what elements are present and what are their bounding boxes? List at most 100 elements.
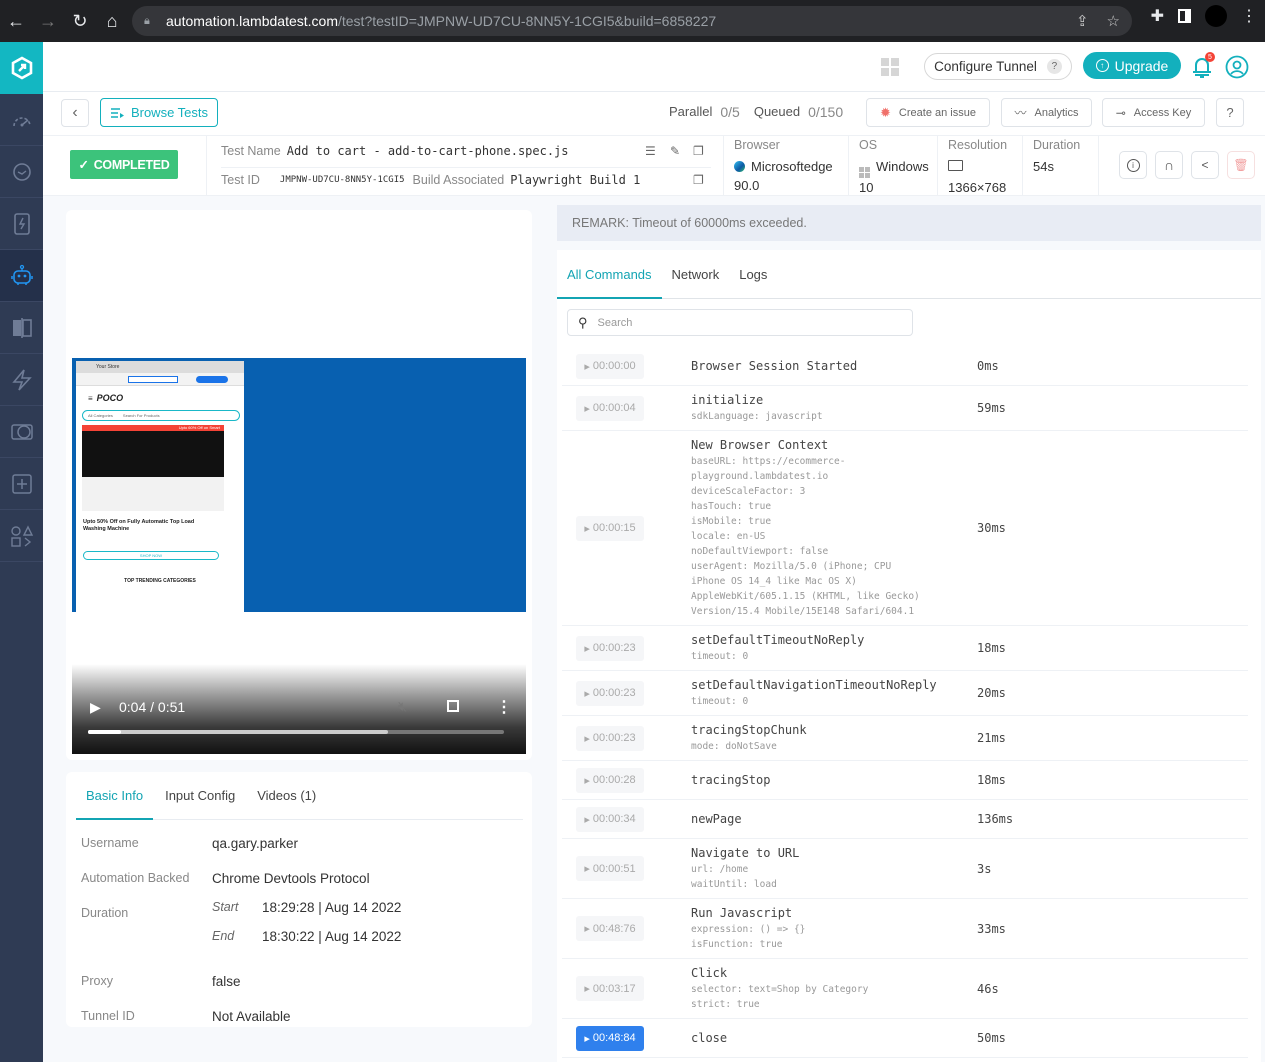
home-icon[interactable]: ⌂ xyxy=(96,5,128,37)
tunnel-id-label: Tunnel ID xyxy=(81,1009,135,1023)
command-timestamp-button[interactable]: ▸ 00:00:23 xyxy=(576,635,644,661)
command-row[interactable]: ▸ 00:00:28 tracingStop 18ms xyxy=(562,761,1248,800)
browse-tests-button[interactable]: Browse Tests xyxy=(100,98,218,127)
command-timestamp-button[interactable]: ▸ 00:00:04 xyxy=(576,395,644,421)
sidebar-item-add[interactable] xyxy=(0,458,43,510)
mobile-bolt-icon xyxy=(13,212,30,235)
video-frame: Your Store ≡ POCO All Categories Search … xyxy=(72,358,526,612)
command-arg: isMobile: true xyxy=(691,516,772,527)
lambdatest-logo[interactable] xyxy=(0,42,43,94)
share-icon[interactable]: ⇪ xyxy=(1076,12,1089,30)
list-icon[interactable]: ☰ xyxy=(645,144,656,158)
command-arg: waitUntil: load xyxy=(691,879,777,890)
command-search-input[interactable]: ⚲ Search xyxy=(567,309,913,336)
more-options-icon[interactable]: ⋮ xyxy=(496,697,512,717)
end-label: End xyxy=(212,929,235,943)
fullscreen-icon[interactable] xyxy=(447,700,459,712)
command-row[interactable]: ▸ 00:00:34 newPage 136ms xyxy=(562,800,1248,839)
forward-arrow-icon[interactable]: → xyxy=(32,5,64,37)
sidebar-item-integrations[interactable] xyxy=(0,510,43,562)
help-icon[interactable]: ? xyxy=(1046,59,1062,74)
sidebar-item-dashboard[interactable] xyxy=(0,94,43,146)
duration-label: Duration xyxy=(1033,138,1081,152)
tab-logs[interactable]: Logs xyxy=(729,250,777,299)
shapes-icon xyxy=(10,524,33,547)
back-arrow-icon[interactable]: ← xyxy=(0,5,32,37)
command-timestamp-button[interactable]: ▸ 00:48:76 xyxy=(576,916,644,941)
sidebar-item-realtime[interactable] xyxy=(0,146,43,198)
configure-tunnel-button[interactable]: Configure Tunnel ? xyxy=(924,53,1072,80)
magnet-button[interactable]: ∩ xyxy=(1155,151,1183,179)
command-timestamp-button[interactable]: ▸ 00:00:23 xyxy=(576,725,644,751)
trash-icon: 🗑︎ xyxy=(1233,158,1249,172)
copy-icon[interactable]: ❐ xyxy=(693,144,704,158)
reload-icon[interactable]: ↻ xyxy=(64,5,96,37)
muted-icon[interactable]: 🔇︎ xyxy=(398,698,407,715)
parallel-value: 0/5 xyxy=(720,104,740,120)
user-profile-button[interactable] xyxy=(1225,55,1249,84)
address-bar[interactable]: 🔒︎ automation.lambdatest.com/test?testID… xyxy=(132,6,1132,36)
command-arg: noDefaultViewport: false xyxy=(691,546,829,557)
command-timestamp-button[interactable]: ▸ 00:48:84 xyxy=(576,1025,644,1051)
command-row[interactable]: ▸ 00:48:76 Run Javascript expression: () =>… xyxy=(562,899,1248,959)
parallel-label: Parallel xyxy=(669,104,713,119)
share-button[interactable]: < xyxy=(1191,151,1219,179)
url-host: automation.lambdatest.com xyxy=(166,13,338,29)
video-seek-bar[interactable] xyxy=(88,730,504,734)
video-player[interactable]: Your Store ≡ POCO All Categories Search … xyxy=(72,358,526,754)
create-issue-button[interactable]: ✹ Create an issue xyxy=(866,98,990,127)
command-row[interactable]: ▸ 00:00:23 setDefaultTimeoutNoReply timeout… xyxy=(562,626,1248,671)
tab-network[interactable]: Network xyxy=(662,250,730,299)
command-row[interactable]: ▸ 00:03:17 Click selector: text=Shop by Cat… xyxy=(562,959,1248,1019)
sidebar-item-hyperexecute[interactable] xyxy=(0,354,43,406)
command-name: tracingStop xyxy=(691,772,771,787)
info-button[interactable]: i xyxy=(1119,151,1147,179)
command-timestamp-button[interactable]: ▸ 00:00:00 xyxy=(576,353,644,379)
sidebar-item-automation[interactable] xyxy=(0,250,43,302)
sidebar-item-visual-ui[interactable] xyxy=(0,302,43,354)
command-row[interactable]: ▸ 00:00:23 setDefaultNavigationTimeoutNoRe… xyxy=(562,671,1248,716)
command-row[interactable]: ▸ 00:48:84 close 50ms xyxy=(562,1019,1248,1058)
tab-videos[interactable]: Videos (1) xyxy=(247,772,326,820)
sidebar-item-smart-ui[interactable] xyxy=(0,406,43,458)
pencil-icon[interactable]: ✎ xyxy=(670,144,680,158)
sidepanel-icon[interactable] xyxy=(1178,9,1191,23)
tab-all-commands[interactable]: All Commands xyxy=(557,250,662,299)
notifications-button[interactable]: 5 xyxy=(1191,52,1215,84)
sidebar-item-app-testing[interactable] xyxy=(0,198,43,250)
analytics-button[interactable]: 〰 Analytics xyxy=(1001,98,1092,127)
command-time: 00:00:23 xyxy=(592,687,636,699)
command-row[interactable]: ▸ 00:00:00 Browser Session Started 0ms xyxy=(562,347,1248,386)
upgrade-button[interactable]: ↑ Upgrade xyxy=(1083,52,1181,79)
command-timestamp-button[interactable]: ▸ 00:00:34 xyxy=(576,806,644,832)
tab-basic-info[interactable]: Basic Info xyxy=(76,772,154,820)
access-key-button[interactable]: ⊸ Access Key xyxy=(1102,98,1205,127)
tab-input-config[interactable]: Input Config xyxy=(155,772,245,820)
profile-avatar[interactable] xyxy=(1205,5,1227,27)
command-timestamp-button[interactable]: ▸ 00:00:51 xyxy=(576,856,644,881)
play-button[interactable]: ▶ xyxy=(90,699,101,716)
command-row[interactable]: ▸ 00:00:15 New Browser Context baseURL: htt… xyxy=(562,431,1248,626)
duration-value: 54s xyxy=(1033,159,1054,174)
command-row[interactable]: ▸ 00:00:23 tracingStopChunk mode: doNotSave… xyxy=(562,716,1248,761)
kebab-menu-icon[interactable]: ⋮ xyxy=(1241,6,1257,26)
command-row[interactable]: ▸ 00:00:04 initialize sdkLanguage: javascri… xyxy=(562,386,1248,431)
command-time: 00:00:51 xyxy=(592,862,636,875)
command-tabs: All Commands Network Logs xyxy=(557,250,1261,299)
star-icon[interactable]: ☆ xyxy=(1107,12,1120,30)
command-row[interactable]: ▸ 00:00:51 Navigate to URL url: /home waitUn… xyxy=(562,839,1248,899)
os-info: OS Windows 10 xyxy=(859,138,929,197)
command-timestamp-button[interactable]: ▸ 00:03:17 xyxy=(576,976,644,1001)
build-value[interactable]: Playwright Build 1 xyxy=(510,173,640,187)
command-timestamp-button[interactable]: ▸ 00:00:28 xyxy=(576,767,644,793)
extensions-icon[interactable]: ✚ xyxy=(1151,6,1164,26)
play-icon: ▸ xyxy=(584,642,590,655)
help-button[interactable]: ? xyxy=(1216,98,1244,127)
command-timestamp-button[interactable]: ▸ 00:00:23 xyxy=(576,680,644,706)
command-timestamp-button[interactable]: ▸ 00:00:15 xyxy=(576,515,644,541)
apps-grid-icon[interactable] xyxy=(881,58,899,76)
copy-build-icon[interactable]: ❐ xyxy=(693,173,704,187)
play-icon: ▸ xyxy=(584,687,590,700)
back-button[interactable]: ‹ xyxy=(61,99,89,127)
delete-button[interactable]: 🗑︎ xyxy=(1227,151,1255,179)
